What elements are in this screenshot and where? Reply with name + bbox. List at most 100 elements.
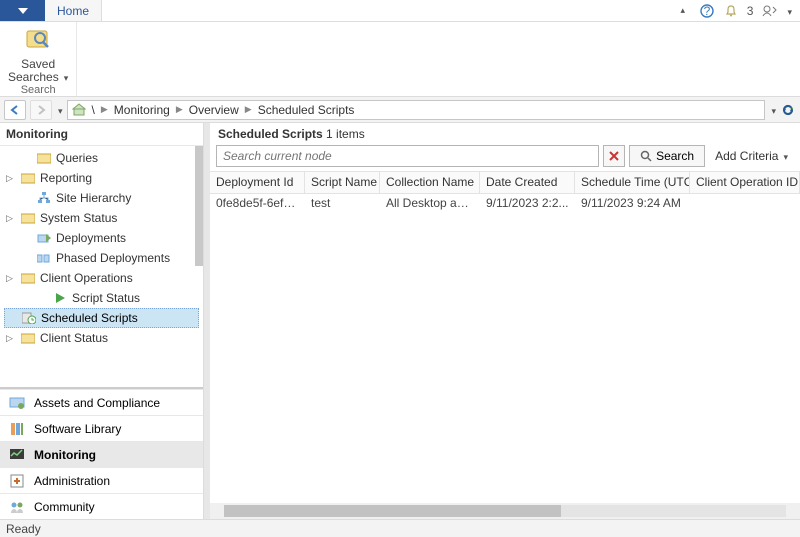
- notification-count: 3: [747, 4, 754, 18]
- administration-icon: [8, 472, 26, 490]
- breadcrumb-sep[interactable]: [176, 104, 183, 115]
- scrollbar-thumb[interactable]: [224, 505, 561, 517]
- deployment-icon: [36, 230, 52, 246]
- column-header[interactable]: Deployment Id: [210, 172, 305, 193]
- wunderbar-label: Assets and Compliance: [34, 396, 160, 410]
- nav-history-dropdown[interactable]: [56, 103, 63, 117]
- folder-icon: [36, 150, 52, 166]
- tree-node-queries[interactable]: Queries: [0, 148, 203, 168]
- status-bar: Ready: [0, 519, 800, 537]
- navigation-bar: \ Monitoring Overview Scheduled Scripts: [0, 97, 800, 123]
- back-button[interactable]: [4, 100, 26, 120]
- wunderbar-community[interactable]: Community: [0, 493, 203, 519]
- arrow-left-icon: [10, 105, 20, 115]
- help-icon[interactable]: ?: [699, 3, 715, 19]
- column-header[interactable]: Collection Name: [380, 172, 480, 193]
- collapse-ribbon-icon[interactable]: [675, 3, 691, 19]
- home-icon[interactable]: [72, 103, 86, 117]
- breadcrumb-dropdown[interactable]: [769, 103, 776, 117]
- tree-node-label: Scheduled Scripts: [41, 311, 138, 325]
- app-menu-button[interactable]: [0, 0, 45, 21]
- play-icon: [52, 290, 68, 306]
- cell: All Desktop and...: [380, 194, 480, 214]
- folder-icon: [20, 330, 36, 346]
- tree-node-client-status[interactable]: ▷Client Status: [0, 328, 203, 348]
- wunderbar-label: Monitoring: [34, 448, 96, 462]
- tree-node-client-operations[interactable]: ▷Client Operations: [0, 268, 203, 288]
- column-header[interactable]: Date Created: [480, 172, 575, 193]
- bell-icon[interactable]: [723, 3, 739, 19]
- column-header[interactable]: Script Name: [305, 172, 380, 193]
- sidebar-title: Monitoring: [0, 123, 203, 146]
- wunderbar-software-library[interactable]: Software Library: [0, 415, 203, 441]
- ribbon-group-search: Saved Searches Search: [0, 22, 77, 96]
- breadcrumb-item[interactable]: Scheduled Scripts: [254, 103, 359, 117]
- feedback-dropdown-icon[interactable]: [785, 4, 792, 18]
- breadcrumb-item[interactable]: Overview: [185, 103, 243, 117]
- breadcrumb-item[interactable]: Monitoring: [110, 103, 174, 117]
- tree-node-script-status[interactable]: Script Status: [0, 288, 203, 308]
- tab-strip: Home ? 3: [0, 0, 800, 22]
- search-button[interactable]: Search: [629, 145, 705, 167]
- status-text: Ready: [6, 522, 41, 536]
- breadcrumb-sep[interactable]: [245, 104, 252, 115]
- tree-node-label: System Status: [40, 211, 117, 225]
- tree-node-deployments[interactable]: Deployments: [0, 228, 203, 248]
- chevron-down-icon: [781, 149, 788, 163]
- tab-home[interactable]: Home: [45, 0, 102, 21]
- saved-searches-label: Saved Searches: [8, 58, 68, 84]
- add-criteria-button[interactable]: Add Criteria: [709, 149, 794, 163]
- clear-icon: [608, 150, 620, 162]
- scheduled-script-icon: [21, 310, 37, 326]
- results-grid: Deployment Id Script Name Collection Nam…: [210, 171, 800, 503]
- column-header[interactable]: Schedule Time (UTC): [575, 172, 690, 193]
- tree-node-label: Deployments: [56, 231, 126, 245]
- refresh-icon: [780, 102, 796, 118]
- workspace: Monitoring Queries ▷Reporting Site Hiera…: [0, 123, 800, 519]
- tree-node-label: Phased Deployments: [56, 251, 170, 265]
- arrow-right-icon: [36, 105, 46, 115]
- wunderbar: Assets and Compliance Software Library M…: [0, 387, 203, 519]
- table-row[interactable]: 0fe8de5f-6ef5-... test All Desktop and..…: [210, 194, 800, 214]
- search-input[interactable]: [216, 145, 599, 167]
- ribbon: Saved Searches Search: [0, 22, 800, 97]
- tree-node-label: Reporting: [40, 171, 92, 185]
- clear-search-button[interactable]: [603, 145, 625, 167]
- breadcrumb[interactable]: \ Monitoring Overview Scheduled Scripts: [67, 100, 766, 120]
- tree-node-label: Script Status: [72, 291, 140, 305]
- library-icon: [8, 420, 26, 438]
- wunderbar-monitoring[interactable]: Monitoring: [0, 441, 203, 467]
- tree-node-system-status[interactable]: ▷System Status: [0, 208, 203, 228]
- folder-icon: [20, 270, 36, 286]
- titlebar-right: ? 3: [675, 0, 800, 21]
- forward-button[interactable]: [30, 100, 52, 120]
- main-panel: Scheduled Scripts 1 items Search Add Cri…: [210, 123, 800, 519]
- list-title: Scheduled Scripts: [218, 127, 323, 141]
- wunderbar-assets[interactable]: Assets and Compliance: [0, 389, 203, 415]
- search-icon: [640, 150, 652, 162]
- horizontal-scrollbar[interactable]: [210, 503, 800, 519]
- breadcrumb-root-sep: \: [88, 103, 99, 117]
- feedback-icon[interactable]: [761, 3, 777, 19]
- tree-node-label: Site Hierarchy: [56, 191, 131, 205]
- grid-header: Deployment Id Script Name Collection Nam…: [210, 172, 800, 194]
- saved-searches-button[interactable]: Saved Searches: [8, 24, 68, 84]
- tree-node-phased-deployments[interactable]: Phased Deployments: [0, 248, 203, 268]
- scrollbar-thumb[interactable]: [195, 146, 203, 266]
- folder-icon: [20, 170, 36, 186]
- saved-searches-icon: [22, 24, 54, 56]
- phased-deployment-icon: [36, 250, 52, 266]
- search-button-label: Search: [656, 149, 694, 163]
- tree-node-reporting[interactable]: ▷Reporting: [0, 168, 203, 188]
- tab-home-label: Home: [57, 4, 89, 18]
- tree-node-scheduled-scripts[interactable]: Scheduled Scripts: [4, 308, 199, 328]
- tree-node-label: Queries: [56, 151, 98, 165]
- folder-icon: [20, 210, 36, 226]
- breadcrumb-sep[interactable]: [101, 104, 108, 115]
- column-header[interactable]: Client Operation ID: [690, 172, 800, 193]
- wunderbar-administration[interactable]: Administration: [0, 467, 203, 493]
- cell: 9/11/2023 2:2...: [480, 194, 575, 214]
- refresh-button[interactable]: [780, 102, 796, 118]
- cell: test: [305, 194, 380, 214]
- tree-node-site-hierarchy[interactable]: Site Hierarchy: [0, 188, 203, 208]
